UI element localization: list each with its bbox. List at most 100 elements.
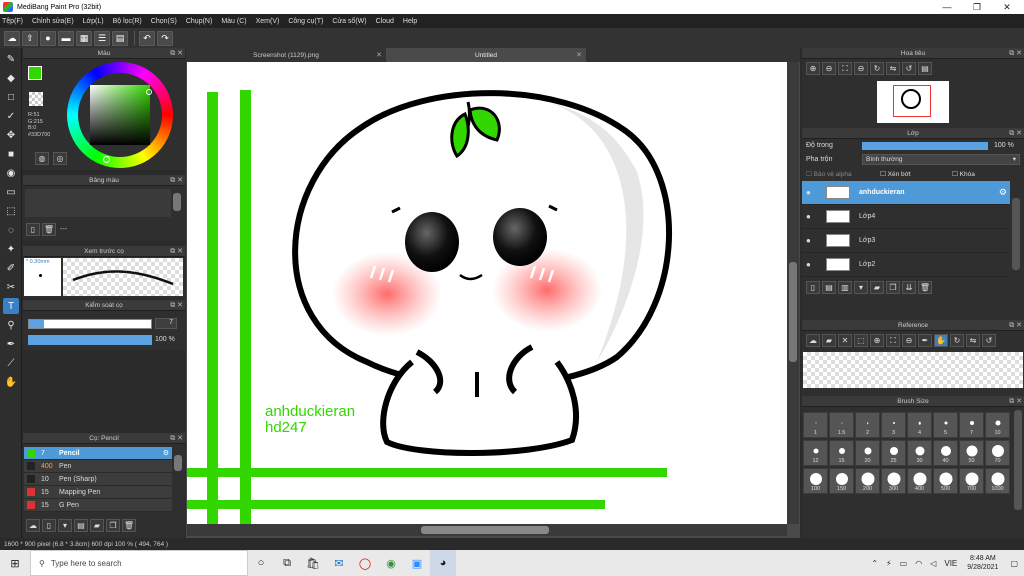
zoom-in-icon[interactable]: ⊕ <box>806 62 820 75</box>
rectangle-icon[interactable]: □ <box>3 89 19 105</box>
mail-icon[interactable]: ✉ <box>326 550 352 576</box>
canvas-vertical-scrollbar[interactable] <box>787 62 799 524</box>
reference-zoom-in-icon[interactable]: ⊕ <box>870 334 884 347</box>
opera-icon[interactable]: ◯ <box>352 550 378 576</box>
gradient-icon[interactable]: ▭ <box>3 184 19 200</box>
brush-size-option[interactable]: 2 <box>855 412 880 438</box>
eyedropper-icon[interactable]: ✒ <box>3 336 19 352</box>
move-icon[interactable]: ✥ <box>3 127 19 143</box>
magic-wand-icon[interactable]: ✦ <box>3 241 19 257</box>
brush-size-slider[interactable] <box>28 319 152 329</box>
brush-size-option[interactable]: 100 <box>803 468 828 494</box>
wifi-icon[interactable]: ◠ <box>915 559 922 568</box>
menu-tools[interactable]: Công cụ(T) <box>288 18 323 25</box>
notification-icon[interactable]: ▢ <box>1010 559 1018 568</box>
foreground-color-swatch[interactable] <box>28 66 42 80</box>
menu-capture[interactable]: Chụp(N) <box>186 18 212 25</box>
panel-close-icon[interactable]: ⧉ ✕ <box>1009 397 1022 406</box>
reference-rotate-icon[interactable]: ↻ <box>950 334 964 347</box>
brush-size-scrollbar[interactable] <box>1014 410 1022 510</box>
operation-icon[interactable]: ⚲ <box>3 317 19 333</box>
gear-icon[interactable]: ⚙ <box>999 187 1007 198</box>
brush-list-scrollbar[interactable] <box>174 455 182 471</box>
brush-size-value[interactable]: 7 <box>155 318 177 329</box>
blend-mode-select[interactable]: Bình thường ▾ <box>862 154 1020 165</box>
minimize-button[interactable]: — <box>932 0 962 14</box>
medibang-app-icon[interactable]: ◕ <box>430 550 456 576</box>
windows-start-icon[interactable]: ⊞ <box>0 550 30 576</box>
brush-size-option[interactable]: 40 <box>933 440 958 466</box>
visibility-icon[interactable]: ● <box>806 212 816 221</box>
menu-edit[interactable]: Chỉnh sửa(E) <box>32 18 74 25</box>
pen-icon[interactable]: ✓ <box>3 108 19 124</box>
reference-hand-icon[interactable]: ✋ <box>934 334 948 347</box>
selection-eraser-icon[interactable]: ✂ <box>3 279 19 295</box>
new-brush-icon[interactable]: ▯ <box>42 519 56 532</box>
palette-scrollbar[interactable] <box>173 193 181 211</box>
reference-zoom-out-icon[interactable]: ⊖ <box>902 334 916 347</box>
lock-checkbox[interactable]: ☐ Khóa <box>952 170 975 178</box>
hue-wheel[interactable] <box>67 62 173 168</box>
comment-icon[interactable]: ● <box>40 30 56 46</box>
reference-fit-icon[interactable]: ⛶ <box>886 334 900 347</box>
palette-swatches[interactable] <box>25 189 171 217</box>
brush-size-option[interactable]: 70 <box>985 440 1010 466</box>
panel-close-icon[interactable]: ⧉ ✕ <box>170 247 183 256</box>
brush-item-mapping-pen[interactable]: 15 Mapping Pen <box>24 486 172 499</box>
zoom-out-icon[interactable]: ⊖ <box>822 62 836 75</box>
brush-item-pen-sharp[interactable]: 10 Pen (Sharp) <box>24 473 172 486</box>
new-layer-icon[interactable]: ▯ <box>806 281 820 294</box>
reference-flip-icon[interactable]: ⇋ <box>966 334 980 347</box>
brush-size-option[interactable]: 30 <box>907 440 932 466</box>
brush-size-option[interactable]: 1 <box>803 412 828 438</box>
lasso-icon[interactable]: ◌ <box>3 222 19 238</box>
tab-screenshot[interactable]: Screenshot (1129).png ✕ <box>186 48 386 62</box>
zoom-reset-icon[interactable]: ⊖ <box>854 62 868 75</box>
drawing-canvas[interactable]: anhduckieran hd247 <box>187 62 787 524</box>
layer-scrollbar[interactable] <box>1012 198 1020 270</box>
cloud-brush-icon[interactable]: ☁ <box>26 519 40 532</box>
delete-layer-icon[interactable]: 🗑 <box>918 281 932 294</box>
tab-untitled[interactable]: Untitled ✕ <box>386 48 586 62</box>
bucket-icon[interactable]: ◉ <box>3 165 19 181</box>
chevron-up-icon[interactable]: ⌃ <box>871 559 878 568</box>
network-icon[interactable]: ⚡ <box>886 559 892 568</box>
delete-brush-icon[interactable]: 🗑 <box>122 519 136 532</box>
eraser-icon[interactable]: ◆ <box>3 70 19 86</box>
visibility-icon[interactable]: ● <box>806 188 816 197</box>
reference-view[interactable] <box>803 352 1023 388</box>
brush-size-option[interactable]: 1000 <box>985 468 1010 494</box>
layer-type-icon[interactable]: ▾ <box>854 281 868 294</box>
volume-icon[interactable]: ◁ <box>930 559 936 568</box>
fill-rect-icon[interactable]: ■ <box>3 146 19 162</box>
brush-size-option[interactable]: 10 <box>985 412 1010 438</box>
layer-opacity-slider[interactable] <box>862 142 988 150</box>
brush-size-option[interactable]: 4 <box>907 412 932 438</box>
brush-settings-icon[interactable]: ▾ <box>58 519 72 532</box>
brush-file-icon[interactable]: ▤ <box>74 519 88 532</box>
brush-size-option[interactable]: 400 <box>907 468 932 494</box>
delete-palette-icon[interactable]: 🗑 <box>42 223 56 236</box>
menu-filter[interactable]: Bộ lọc(R) <box>113 18 142 25</box>
reference-close-icon[interactable]: ✕ <box>838 334 852 347</box>
brush-size-option[interactable]: 150 <box>829 468 854 494</box>
color-wheel-icon[interactable]: ◍ <box>35 152 49 165</box>
brush-size-option[interactable]: 5 <box>933 412 958 438</box>
store-icon[interactable]: 🛍 <box>300 550 326 576</box>
brush-folder-icon[interactable]: ▰ <box>90 519 104 532</box>
hand-icon[interactable]: ✋ <box>3 374 19 390</box>
layer-item-lop3[interactable]: ● Lớp3 <box>802 229 1010 253</box>
clipping-checkbox[interactable]: ☐ Xén bớt <box>880 170 911 178</box>
redo-icon[interactable]: ↷ <box>157 30 173 46</box>
protect-alpha-checkbox[interactable]: ☐ Bảo vệ alpha <box>806 170 852 178</box>
brush-icon[interactable]: ✎ <box>3 51 19 67</box>
taskbar-search[interactable]: ⚲ Type here to search <box>30 550 248 576</box>
reference-picker-icon[interactable]: ✒ <box>918 334 932 347</box>
panel-close-icon[interactable]: ⧉ ✕ <box>170 434 183 443</box>
brush-size-option[interactable]: 300 <box>881 468 906 494</box>
language-indicator[interactable]: VIE <box>944 559 957 568</box>
canvas-horizontal-scrollbar[interactable] <box>187 524 787 536</box>
navigator-thumbnail[interactable] <box>877 81 949 123</box>
flip-icon[interactable]: ⇋ <box>886 62 900 75</box>
menu-window[interactable]: Cửa sổ(W) <box>332 18 366 25</box>
